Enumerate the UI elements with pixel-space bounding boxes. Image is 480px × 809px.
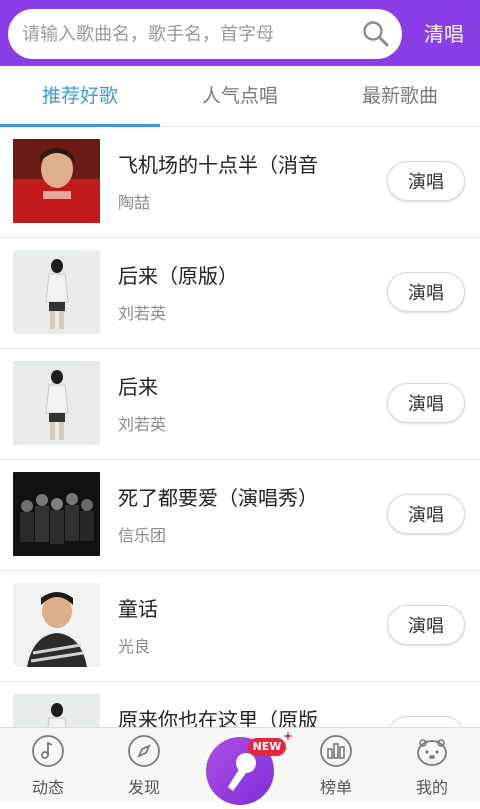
song-title: 飞机场的十点半（消音 — [118, 153, 318, 177]
list-item[interactable]: 飞机场的十点半（消音 陶喆 演唱 — [0, 127, 480, 238]
song-title: 童话 — [118, 597, 158, 621]
sparkle-icon — [283, 731, 293, 741]
album-cover — [13, 583, 100, 667]
clear-sing-button[interactable]: 清唱 — [424, 20, 464, 48]
nav-item-feed[interactable]: 动态 — [0, 728, 96, 801]
nav-label: 榜单 — [319, 778, 352, 797]
tab-popular[interactable]: 人气点唱 — [160, 66, 320, 126]
chart-icon — [320, 735, 352, 767]
album-cover — [13, 250, 100, 334]
sing-button[interactable]: 演唱 — [387, 716, 465, 727]
search-input[interactable] — [22, 9, 352, 59]
nav-item-discover[interactable]: 发现 — [96, 728, 192, 801]
album-cover — [13, 139, 100, 223]
song-artist: 信乐团 — [118, 526, 167, 545]
album-cover — [13, 694, 100, 727]
search-box[interactable] — [8, 9, 402, 59]
seal-icon — [417, 739, 447, 766]
nav-item-charts[interactable]: 榜单 — [288, 728, 384, 801]
nav-item-me[interactable]: 我的 — [384, 728, 480, 801]
list-item[interactable]: 原来你也在这里（原版 演唱 — [0, 682, 480, 727]
list-item[interactable]: 童话 光良 演唱 — [0, 571, 480, 682]
nav-label: 我的 — [415, 778, 448, 797]
search-icon[interactable] — [362, 20, 390, 48]
tab-bar: 推荐好歌 人气点唱 最新歌曲 — [0, 66, 480, 127]
album-cover — [13, 361, 100, 445]
song-title: 原来你也在这里（原版 — [118, 708, 318, 727]
sing-button[interactable]: 演唱 — [387, 383, 465, 423]
song-title: 后来 — [118, 375, 158, 399]
song-title: 死了都要爱（演唱秀） — [118, 486, 318, 510]
song-artist: 光良 — [118, 637, 151, 656]
tab-newest[interactable]: 最新歌曲 — [320, 66, 480, 126]
list-item[interactable]: 后来（原版） 刘若英 演唱 — [0, 238, 480, 349]
song-list[interactable]: 飞机场的十点半（消音 陶喆 演唱 后来（原版） 刘若英 演唱 后来 刘若英 演唱… — [0, 127, 480, 727]
song-artist: 刘若英 — [118, 415, 167, 434]
list-item[interactable]: 死了都要爱（演唱秀） 信乐团 演唱 — [0, 460, 480, 571]
song-artist: 刘若英 — [118, 304, 167, 323]
music-note-icon — [32, 735, 64, 767]
nav-label: 动态 — [31, 778, 64, 797]
sing-button[interactable]: 演唱 — [387, 161, 465, 201]
sing-button[interactable]: 演唱 — [387, 272, 465, 312]
sing-button[interactable]: 演唱 — [387, 605, 465, 645]
compass-icon — [128, 735, 160, 767]
album-cover — [13, 472, 100, 556]
song-artist: 陶喆 — [118, 193, 151, 212]
new-badge: NEW — [248, 738, 286, 756]
tab-recommended[interactable]: 推荐好歌 — [0, 66, 160, 126]
list-item[interactable]: 后来 刘若英 演唱 — [0, 349, 480, 460]
nav-label: 发现 — [127, 778, 160, 797]
top-bar: 清唱 — [0, 0, 480, 66]
song-title: 后来（原版） — [118, 264, 238, 288]
sing-button[interactable]: 演唱 — [387, 494, 465, 534]
